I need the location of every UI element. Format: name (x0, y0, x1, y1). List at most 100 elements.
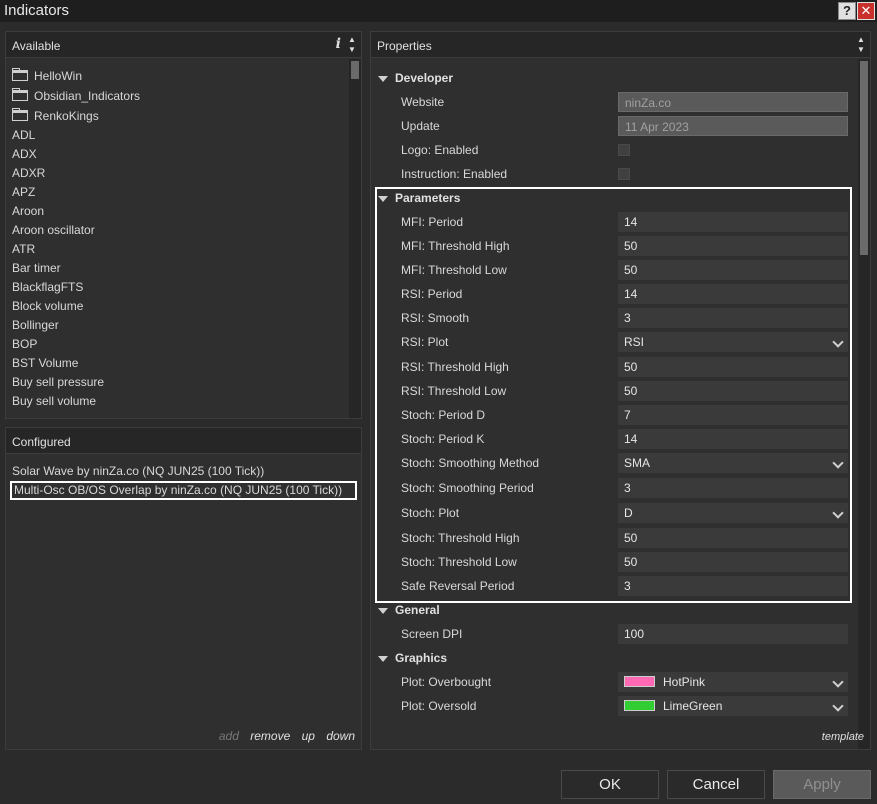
configured-actions: add remove up down (211, 729, 355, 743)
indicator-item[interactable]: Block volume (6, 297, 346, 316)
screen-dpi-input[interactable]: 100 (618, 624, 848, 644)
property-input[interactable]: 3 (618, 478, 848, 498)
property-input[interactable]: 50 (618, 552, 848, 572)
indicator-item[interactable]: ATR (6, 240, 346, 259)
template-link[interactable]: template (822, 731, 864, 743)
logo-enabled-checkbox[interactable] (618, 144, 630, 156)
update-field: 11 Apr 2023 (618, 116, 848, 136)
indicator-item[interactable]: APZ (6, 183, 346, 202)
property-input[interactable]: 50 (618, 357, 848, 377)
property-row: Logo: Enabled (371, 138, 855, 162)
property-input[interactable]: 50 (618, 381, 848, 401)
indicator-item[interactable]: Aroon oscillator (6, 221, 346, 240)
category-general[interactable]: General (371, 598, 855, 622)
properties-title: Properties (377, 39, 432, 53)
info-icon[interactable]: i (336, 36, 341, 52)
collapse-triangle-icon[interactable] (378, 76, 388, 82)
up-link[interactable]: up (302, 729, 315, 743)
property-label: Safe Reversal Period (401, 579, 515, 593)
property-input[interactable]: 50 (618, 260, 848, 280)
property-dropdown[interactable]: RSI (618, 332, 848, 352)
property-row: Screen DPI 100 (371, 622, 855, 646)
property-input[interactable]: 3 (618, 308, 848, 328)
close-button[interactable]: ✕ (857, 2, 875, 20)
property-dropdown[interactable]: D (618, 503, 848, 523)
collapse-triangle-icon[interactable] (378, 656, 388, 662)
indicator-item[interactable]: ADX (6, 145, 346, 164)
folder-icon (12, 108, 28, 121)
folder-item[interactable]: Obsidian_Indicators (6, 86, 346, 106)
category-label: Parameters (395, 191, 461, 205)
available-list: HelloWin Obsidian_Indicators RenkoKings … (6, 66, 346, 411)
category-graphics[interactable]: Graphics (371, 646, 855, 670)
indicator-item[interactable]: ADXR (6, 164, 346, 183)
property-row: Stoch: Plot D (371, 501, 855, 526)
property-label: Plot: Overbought (401, 675, 492, 689)
category-parameters[interactable]: Parameters (371, 186, 855, 210)
ok-button[interactable]: OK (561, 770, 659, 799)
category-label: Graphics (395, 651, 448, 665)
properties-scrollbar[interactable] (858, 59, 870, 749)
indicator-item[interactable]: BOP (6, 335, 346, 354)
property-label: MFI: Period (401, 215, 464, 229)
sort-arrows-icon[interactable]: ▲ ▼ (855, 35, 867, 57)
property-label: Update (401, 119, 440, 133)
folder-icon (12, 88, 28, 101)
property-label: RSI: Smooth (401, 311, 470, 325)
indicator-item[interactable]: BST Volume (6, 354, 346, 373)
property-label: Instruction: Enabled (401, 167, 508, 181)
scroll-thumb[interactable] (351, 61, 359, 79)
property-label: RSI: Plot (401, 335, 449, 349)
color-swatch (624, 676, 655, 687)
add-link[interactable]: add (219, 729, 239, 743)
property-input[interactable]: 14 (618, 429, 848, 449)
indicator-item[interactable]: Aroon (6, 202, 346, 221)
help-button[interactable]: ? (838, 2, 856, 20)
property-row: RSI: Plot RSI (371, 330, 855, 355)
available-scrollbar[interactable] (349, 59, 361, 418)
indicator-item[interactable]: Bar timer (6, 259, 346, 278)
folder-item[interactable]: HelloWin (6, 66, 346, 86)
property-input[interactable]: 50 (618, 236, 848, 256)
configured-panel: Configured Solar Wave by ninZa.co (NQ JU… (5, 427, 362, 750)
configured-list: Solar Wave by ninZa.co (NQ JUN25 (100 Ti… (6, 462, 361, 500)
collapse-triangle-icon[interactable] (378, 608, 388, 614)
property-input[interactable]: 14 (618, 284, 848, 304)
sort-arrows-icon[interactable]: ▲ ▼ (346, 35, 358, 57)
oversold-color-dropdown[interactable]: LimeGreen (618, 696, 848, 716)
color-swatch (624, 700, 655, 711)
overbought-color-dropdown[interactable]: HotPink (618, 672, 848, 692)
property-label: RSI: Threshold Low (401, 384, 507, 398)
down-link[interactable]: down (326, 729, 355, 743)
property-input[interactable]: 3 (618, 576, 848, 596)
indicator-item[interactable]: Bollinger (6, 316, 346, 335)
property-label: RSI: Threshold High (401, 360, 509, 374)
indicator-item[interactable]: BlackflagFTS (6, 278, 346, 297)
collapse-triangle-icon[interactable] (378, 196, 388, 202)
property-dropdown[interactable]: SMA (618, 453, 848, 473)
instruction-enabled-checkbox[interactable] (618, 168, 630, 180)
cancel-button[interactable]: Cancel (667, 770, 765, 799)
property-input[interactable]: 14 (618, 212, 848, 232)
property-row: RSI: Threshold Low 50 (371, 379, 855, 403)
property-input[interactable]: 7 (618, 405, 848, 425)
remove-link[interactable]: remove (250, 729, 290, 743)
category-developer[interactable]: Developer (371, 66, 855, 90)
property-label: Stoch: Plot (401, 506, 460, 520)
property-grid: Developer Website ninZa.co Update 11 Apr… (371, 66, 855, 718)
configured-item[interactable]: Solar Wave by ninZa.co (NQ JUN25 (100 Ti… (6, 462, 361, 481)
indicator-item[interactable]: Buy sell volume (6, 392, 346, 411)
indicator-item[interactable]: ADL (6, 126, 346, 145)
folder-item[interactable]: RenkoKings (6, 106, 346, 126)
scroll-thumb[interactable] (860, 61, 868, 255)
indicator-item[interactable]: Buy sell pressure (6, 373, 346, 392)
property-row: Stoch: Smoothing Method SMA (371, 451, 855, 476)
configured-item-selected[interactable]: Multi-Osc OB/OS Overlap by ninZa.co (NQ … (10, 481, 357, 500)
property-row: MFI: Threshold High 50 (371, 234, 855, 258)
apply-button[interactable]: Apply (773, 770, 871, 799)
property-label: Logo: Enabled (401, 143, 479, 157)
property-label: Screen DPI (401, 627, 463, 641)
property-row: MFI: Threshold Low 50 (371, 258, 855, 282)
property-row: Plot: Oversold LimeGreen (371, 694, 855, 718)
property-input[interactable]: 50 (618, 528, 848, 548)
